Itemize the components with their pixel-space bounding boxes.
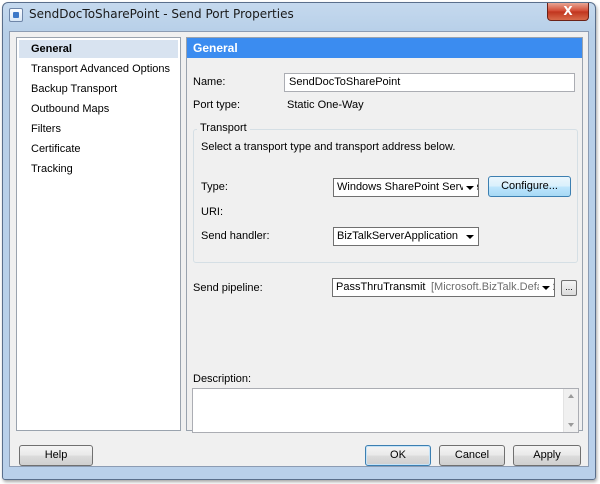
panel-header: General: [187, 38, 582, 58]
close-button[interactable]: X: [547, 3, 589, 21]
nav-item-backup-transport[interactable]: Backup Transport: [19, 80, 178, 98]
nav-item-general[interactable]: General: [19, 40, 178, 58]
send-handler-select[interactable]: BizTalkServerApplication: [333, 227, 479, 246]
cancel-button[interactable]: Cancel: [439, 445, 505, 466]
nav-item-tracking[interactable]: Tracking: [19, 160, 178, 178]
description-field[interactable]: [192, 388, 579, 433]
nav-item-certificate[interactable]: Certificate: [19, 140, 178, 158]
chevron-down-icon: [463, 180, 477, 195]
description-scrollbar[interactable]: [563, 389, 578, 432]
scroll-down-icon[interactable]: [568, 423, 574, 427]
transport-type-value: Windows SharePoint Service: [337, 181, 479, 193]
port-type-value: Static One-Way: [287, 99, 364, 111]
settings-nav-list: General Transport Advanced Options Backu…: [16, 37, 181, 431]
window-title: SendDocToSharePoint - Send Port Properti…: [29, 7, 294, 21]
type-label: Type:: [201, 181, 228, 193]
name-field[interactable]: SendDocToSharePoint: [284, 73, 575, 92]
scroll-up-icon[interactable]: [568, 394, 574, 398]
chevron-down-icon: [539, 280, 553, 295]
send-handler-label: Send handler:: [201, 230, 270, 242]
apply-button[interactable]: Apply: [513, 445, 581, 466]
configure-button[interactable]: Configure...: [488, 176, 571, 197]
transport-group-title: Transport: [197, 122, 250, 134]
description-label: Description:: [193, 373, 252, 385]
send-pipeline-select[interactable]: PassThruTransmit [Microsoft.BizTalk.Defa…: [332, 278, 555, 297]
chevron-down-icon: [463, 229, 477, 244]
transport-instruction: Select a transport type and transport ad…: [201, 141, 456, 153]
nav-item-transport-advanced-options[interactable]: Transport Advanced Options: [19, 60, 178, 78]
transport-type-select[interactable]: Windows SharePoint Service: [333, 178, 479, 197]
send-pipeline-label: Send pipeline:: [193, 282, 263, 294]
general-panel: General Name: SendDocToSharePoint Port t…: [186, 37, 583, 431]
send-handler-value: BizTalkServerApplication: [337, 230, 459, 242]
ok-button[interactable]: OK: [365, 445, 431, 466]
port-type-label: Port type:: [193, 99, 241, 111]
title-bar: SendDocToSharePoint - Send Port Properti…: [3, 3, 595, 29]
send-port-properties-window: SendDocToSharePoint - Send Port Properti…: [2, 2, 596, 480]
uri-label: URI:: [201, 206, 223, 218]
nav-item-filters[interactable]: Filters: [19, 120, 178, 138]
name-label: Name:: [193, 76, 226, 88]
dialog-client-area: General Transport Advanced Options Backu…: [9, 31, 589, 467]
send-pipeline-assembly: [Microsoft.BizTalk.Default: [431, 281, 555, 293]
app-icon: [9, 8, 23, 22]
help-button[interactable]: Help: [19, 445, 93, 466]
pipeline-browse-button[interactable]: ...: [561, 280, 577, 296]
nav-item-outbound-maps[interactable]: Outbound Maps: [19, 100, 178, 118]
send-pipeline-value: PassThruTransmit: [336, 281, 426, 293]
